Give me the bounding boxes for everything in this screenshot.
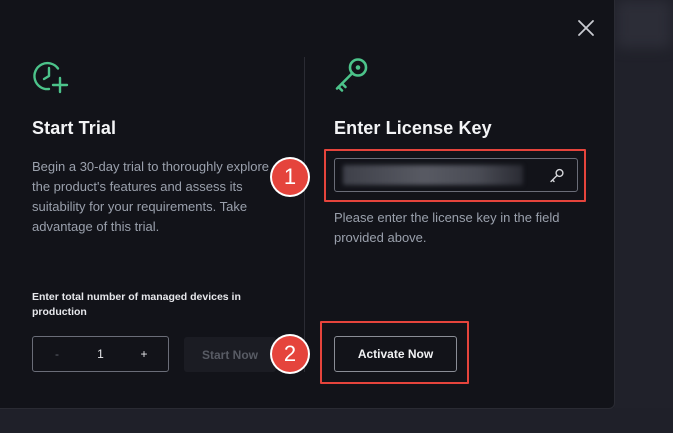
close-icon[interactable] xyxy=(574,16,598,40)
devices-stepper[interactable]: - 1 + xyxy=(32,336,169,372)
devices-label: Enter total number of managed devices in… xyxy=(32,291,241,318)
license-title: Enter License Key xyxy=(334,118,492,138)
highlight-activate-button xyxy=(320,321,469,384)
backdrop-blur xyxy=(616,0,671,48)
start-now-button[interactable]: Start Now xyxy=(184,337,276,372)
close-button[interactable] xyxy=(574,16,598,40)
column-divider xyxy=(304,57,305,372)
devices-count[interactable]: 1 xyxy=(81,337,120,371)
highlight-license-input xyxy=(324,149,586,202)
trial-description: Begin a 30-day trial to thoroughly explo… xyxy=(32,159,270,234)
decrement-button[interactable]: - xyxy=(33,337,81,371)
step-badge-1: 1 xyxy=(272,159,308,195)
step-badge-2: 2 xyxy=(272,336,308,372)
license-hint: Please enter the license key in the fiel… xyxy=(334,210,560,245)
license-dialog: Start Trial Begin a 30-day trial to thor… xyxy=(0,0,615,409)
key-icon xyxy=(333,56,371,94)
backdrop-bottom xyxy=(0,408,673,433)
increment-button[interactable]: + xyxy=(120,337,168,371)
trial-title: Start Trial xyxy=(32,118,117,138)
clock-plus-icon xyxy=(32,58,70,96)
backdrop-right xyxy=(614,0,673,433)
